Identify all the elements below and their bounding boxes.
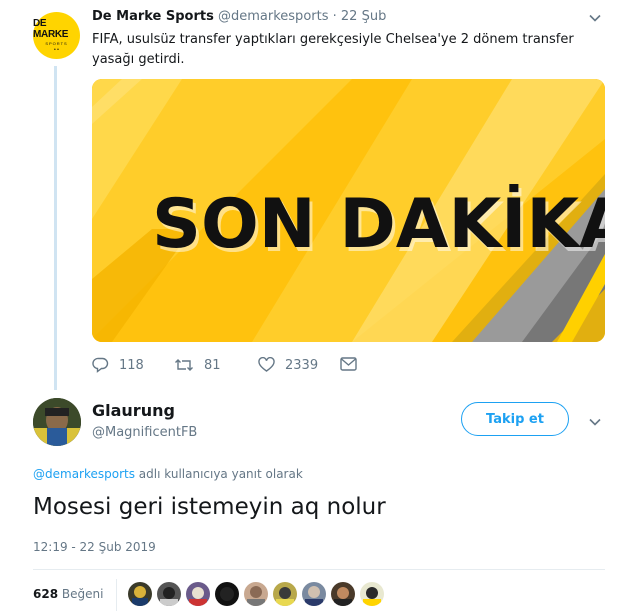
retweet-icon [175,359,193,371]
media-headline: SON DAKİKA [152,184,605,264]
direct-message-button[interactable] [340,357,367,371]
avatar-logo-subtext: SPORTS [45,41,68,46]
retweet-count: 81 [204,357,221,373]
tweet-text: FIFA, usulsüz transfer yaptıkları gerekç… [92,32,574,67]
like-count: 2339 [285,357,319,373]
avatar-logo-text: DE MARKE [33,18,69,40]
reply-user-handle[interactable]: @MagnificentFB [92,425,197,440]
separator: · [332,9,337,24]
reply-timestamp[interactable]: 12:19 - 22 Şub 2019 [33,540,156,554]
liker-avatar[interactable] [244,582,268,606]
liker-avatar[interactable] [128,582,152,606]
reply-to-label: adlı kullanıcıya yanıt olarak [134,467,303,481]
liker-avatar[interactable] [302,582,326,606]
tweet-header: De Marke Sports @demarkesports · 22 Şub [92,9,386,24]
chevron-down-icon[interactable] [588,10,602,29]
tweet-media-image[interactable]: SON DAKİKA SON DAKİKA [92,79,605,342]
liker-avatar[interactable] [360,582,384,606]
reply-icon [92,357,109,373]
follow-button[interactable]: Takip et [461,402,569,436]
like-button[interactable]: 2339 [258,357,318,373]
liker-avatar[interactable] [186,582,210,606]
reply-context: @demarkesports adlı kullanıcıya yanıt ol… [33,467,303,481]
envelope-icon [340,357,357,371]
likes-label: Beğeni [61,587,104,601]
reply-to-mention[interactable]: @demarkesports [33,467,135,481]
likes-count: 628 [33,587,59,601]
thread-line [54,66,57,390]
reply-display-name[interactable]: Glaurung [92,401,175,420]
divider [33,569,605,570]
user-handle[interactable]: @demarkesports [218,9,328,24]
reply-button[interactable]: 118 [92,357,144,373]
reply-text: Mosesi geri istemeyin aq nolur [33,494,386,520]
heart-icon [258,357,275,372]
avatar-logo-dots: • • [54,47,59,53]
liker-avatar[interactable] [331,582,355,606]
display-name[interactable]: De Marke Sports [92,9,214,24]
reply-count: 118 [119,357,144,373]
retweet-button[interactable]: 81 [174,357,221,373]
liker-avatar[interactable] [215,582,239,606]
liker-avatar[interactable] [273,582,297,606]
tweet-date[interactable]: 22 Şub [341,9,386,24]
stat-separator [116,579,117,611]
reply-avatar[interactable] [33,398,81,446]
chevron-down-icon[interactable] [588,414,602,433]
liker-avatar[interactable] [157,582,181,606]
likes-stat[interactable]: 628 Beğeni [33,587,103,601]
avatar[interactable]: DE MARKE SPORTS • • [33,12,80,59]
